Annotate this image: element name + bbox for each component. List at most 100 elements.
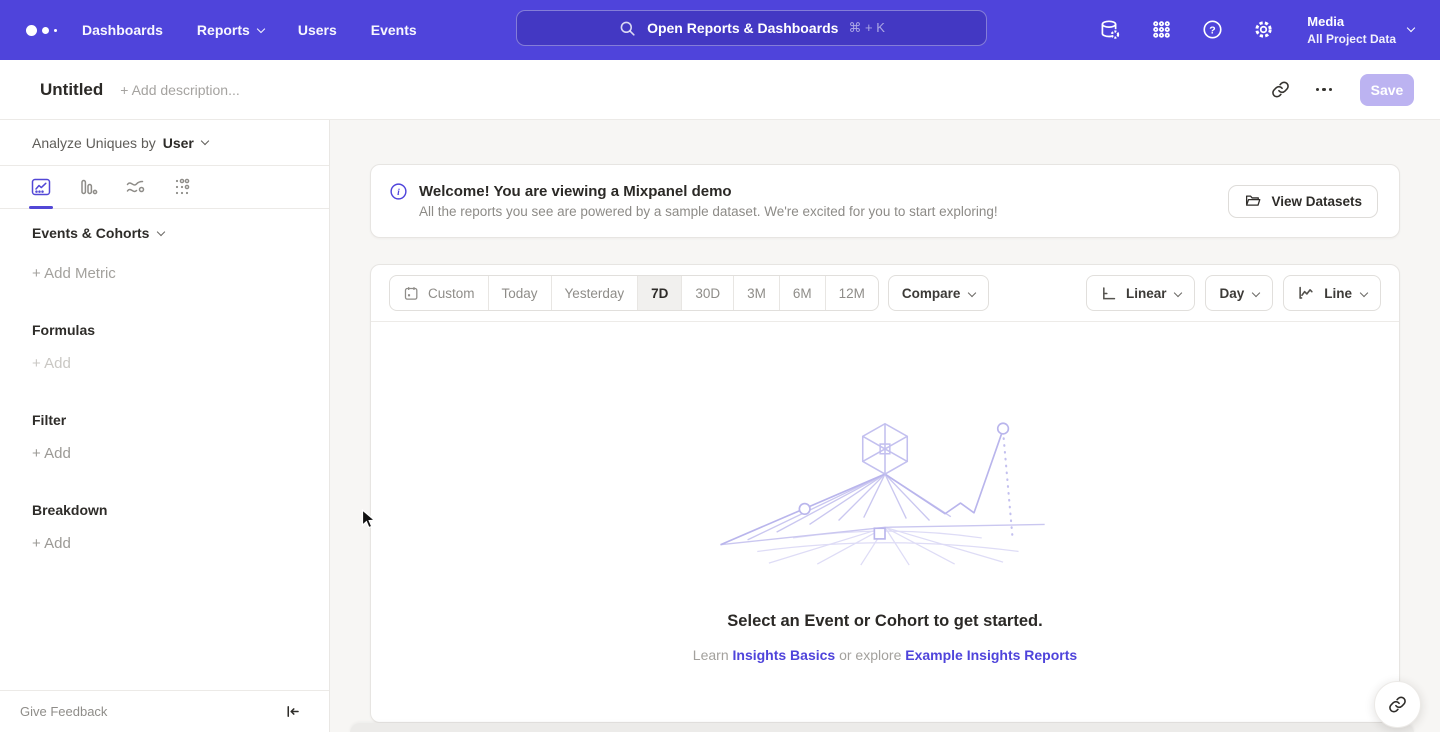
data-management-icon[interactable] (1097, 17, 1123, 43)
breakdown-section: Breakdown + Add (32, 502, 297, 552)
range-30d[interactable]: 30D (681, 276, 733, 310)
report-toolbar: Custom Today Yesterday 7D 30D 3M 6M 12M … (371, 265, 1399, 322)
analyze-uniques-row: Analyze Uniques by User (0, 120, 329, 166)
tab-flows-icon (124, 176, 146, 198)
tab-retention-icon (171, 176, 193, 198)
report-title[interactable]: Untitled (40, 80, 103, 100)
insights-basics-link[interactable]: Insights Basics (733, 647, 836, 663)
give-feedback-link[interactable]: Give Feedback (20, 704, 107, 719)
project-scope: All Project Data (1307, 31, 1396, 47)
settings-gear-icon[interactable] (1250, 17, 1276, 43)
formulas-section: Formulas + Add (32, 322, 297, 372)
range-label: Yesterday (565, 286, 625, 301)
range-label: 7D (651, 286, 668, 301)
chart-type-label: Line (1324, 286, 1352, 301)
range-label: 30D (695, 286, 720, 301)
folder-icon (1244, 192, 1262, 210)
chevron-down-icon (1174, 288, 1182, 296)
tab-insights[interactable] (30, 166, 52, 208)
next-card-peek (350, 723, 1414, 732)
apps-grid-icon[interactable] (1148, 17, 1174, 43)
welcome-banner: i Welcome! You are viewing a Mixpanel de… (370, 164, 1400, 238)
empty-state-title: Select an Event or Cohort to get started… (727, 612, 1042, 631)
add-breakdown-button[interactable]: + Add (32, 535, 297, 552)
save-button[interactable]: Save (1360, 74, 1414, 106)
chart-type-dropdown[interactable]: Line (1283, 275, 1381, 311)
more-menu-icon[interactable] (1306, 72, 1342, 108)
range-custom[interactable]: Custom (390, 276, 488, 310)
chevron-down-icon (257, 24, 265, 32)
range-6m[interactable]: 6M (779, 276, 825, 310)
share-link-icon (1388, 695, 1407, 714)
visualization-tabs (0, 166, 329, 209)
chevron-down-icon (1407, 24, 1415, 32)
interval-dropdown[interactable]: Day (1205, 275, 1273, 311)
filter-title: Filter (32, 412, 297, 428)
global-search-input[interactable]: Open Reports & Dashboards ⌘ + K (516, 10, 987, 46)
share-link-button[interactable] (1374, 681, 1421, 728)
tab-flows[interactable] (124, 166, 146, 208)
scale-label: Linear (1126, 286, 1167, 301)
chevron-down-icon (201, 137, 209, 145)
title-bar-actions: Save (1262, 72, 1414, 108)
compare-dropdown[interactable]: Compare (888, 275, 990, 311)
copy-link-icon[interactable] (1262, 72, 1298, 108)
range-label: 12M (839, 286, 865, 301)
banner-title: Welcome! You are viewing a Mixpanel demo (419, 183, 998, 200)
help-icon[interactable]: ? (1199, 17, 1225, 43)
view-datasets-button[interactable]: View Datasets (1228, 185, 1378, 218)
nav-label: Dashboards (82, 22, 163, 38)
range-label: Custom (428, 286, 475, 301)
empty-state-links: Learn Insights Basics or explore Example… (693, 647, 1077, 663)
scale-dropdown[interactable]: Linear (1086, 275, 1196, 311)
project-switcher[interactable]: Media All Project Data (1307, 13, 1414, 47)
date-range-segmented-control: Custom Today Yesterday 7D 30D 3M 6M 12M (389, 275, 879, 311)
primary-nav: Dashboards Reports Users Events (82, 22, 417, 38)
calendar-icon (403, 285, 420, 302)
explore-text: or explore (839, 647, 901, 663)
nav-users[interactable]: Users (298, 22, 337, 38)
range-label: Today (502, 286, 538, 301)
nav-events[interactable]: Events (371, 22, 417, 38)
tab-bar-chart[interactable] (77, 166, 99, 208)
nav-label: Reports (197, 22, 250, 38)
range-12m[interactable]: 12M (825, 276, 878, 310)
example-reports-link[interactable]: Example Insights Reports (905, 647, 1077, 663)
add-filter-button[interactable]: + Add (32, 445, 297, 462)
range-today[interactable]: Today (488, 276, 551, 310)
mixpanel-logo[interactable] (26, 25, 70, 36)
collapse-sidebar-icon[interactable] (284, 703, 301, 720)
chart-controls: Linear Day Line (1086, 275, 1381, 311)
range-3m[interactable]: 3M (733, 276, 779, 310)
tab-insights-icon (30, 176, 52, 198)
nav-label: Users (298, 22, 337, 38)
chevron-down-icon (968, 288, 976, 296)
add-formula-button[interactable]: + Add (32, 355, 297, 372)
analyze-by-dropdown[interactable]: User (163, 135, 208, 151)
events-cohorts-header[interactable]: Events & Cohorts (32, 225, 297, 241)
add-description-field[interactable]: + Add description... (120, 82, 239, 98)
logo-dot (42, 27, 49, 34)
events-cohorts-label: Events & Cohorts (32, 225, 149, 241)
add-metric-button[interactable]: + Add Metric (32, 265, 297, 282)
empty-state-illustration (695, 416, 1075, 566)
sidebar-footer: Give Feedback (0, 690, 329, 732)
svg-text:?: ? (1209, 25, 1215, 37)
range-label: 3M (747, 286, 766, 301)
range-7d[interactable]: 7D (637, 276, 681, 310)
filter-section: Filter + Add (32, 412, 297, 462)
nav-reports[interactable]: Reports (197, 22, 264, 38)
search-icon (618, 19, 637, 38)
report-title-bar: Untitled + Add description... Save (0, 60, 1440, 120)
chevron-down-icon (1252, 288, 1260, 296)
nav-dashboards[interactable]: Dashboards (82, 22, 163, 38)
info-icon: i (389, 182, 408, 201)
analyze-label: Analyze Uniques by (32, 135, 156, 151)
tab-retention[interactable] (171, 166, 193, 208)
project-name: Media (1307, 13, 1396, 31)
empty-state: Select an Event or Cohort to get started… (371, 322, 1399, 663)
search-shortcut: ⌘ + K (848, 20, 885, 36)
analyze-value: User (163, 135, 194, 151)
formulas-title: Formulas (32, 322, 297, 338)
range-yesterday[interactable]: Yesterday (551, 276, 638, 310)
